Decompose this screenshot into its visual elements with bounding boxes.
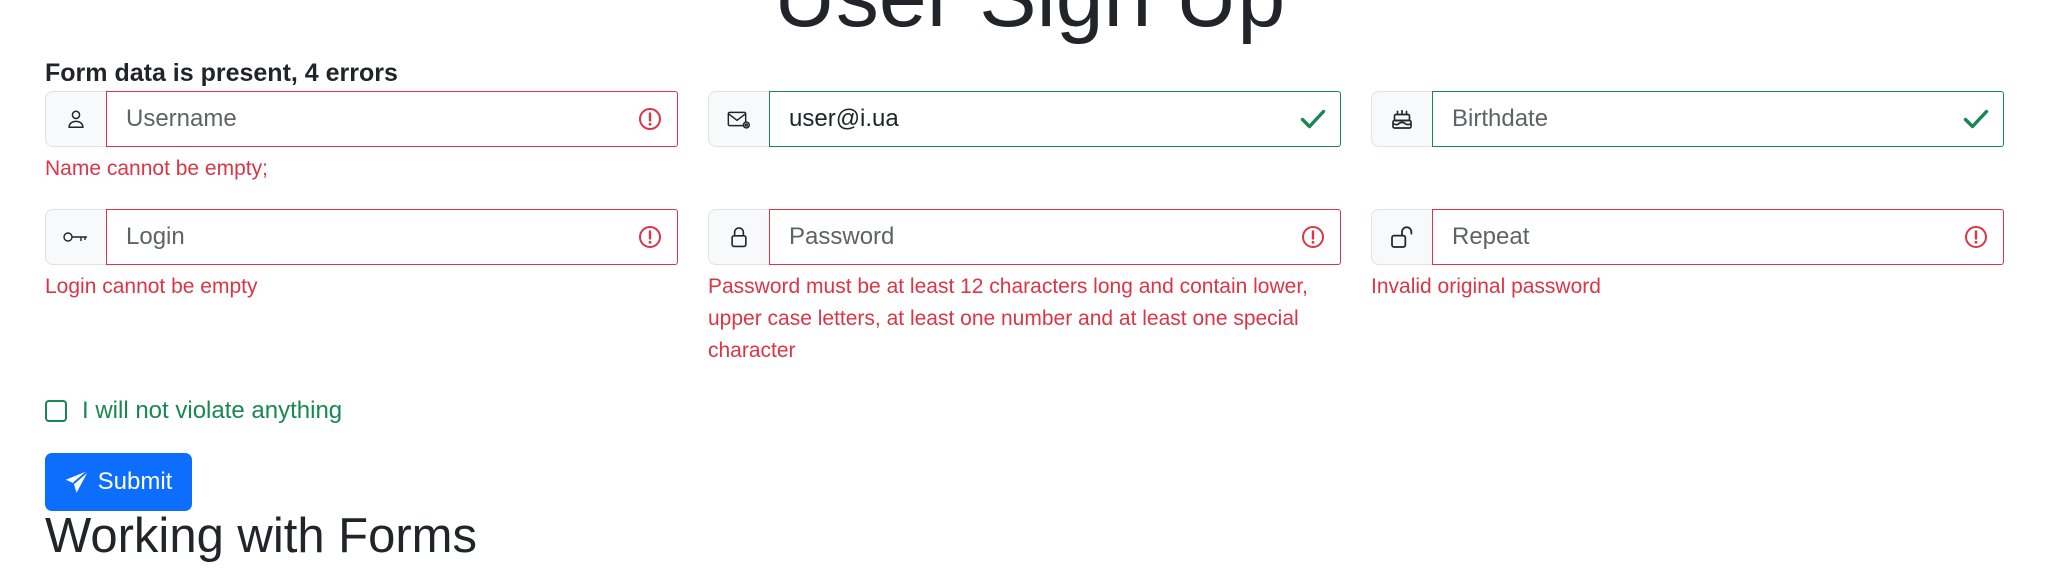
login-field-group: Login Login cannot be empty	[45, 209, 678, 303]
repeat-field-group: Repeat Invalid original password	[1371, 209, 2004, 303]
error-icon	[637, 224, 663, 250]
unlock-icon	[1371, 209, 1432, 265]
username-input-text: Username	[126, 105, 237, 132]
password-field-group: Password Password must be at least 12 ch…	[708, 209, 1341, 367]
key-icon	[45, 209, 106, 265]
login-input[interactable]: Login	[106, 209, 678, 265]
birthdate-field-group: Birthdate	[1371, 91, 2004, 147]
error-icon	[637, 106, 663, 132]
page-title: User Sign Up	[0, 0, 2059, 40]
agreement-row: I will not violate anything	[45, 397, 342, 425]
error-icon	[1300, 224, 1326, 250]
username-input[interactable]: Username	[106, 91, 678, 147]
agreement-label[interactable]: I will not violate anything	[82, 397, 342, 425]
error-icon	[1963, 224, 1989, 250]
email-input[interactable]: user@i.ua	[769, 91, 1341, 147]
email-input-text: user@i.ua	[789, 105, 899, 132]
birthdate-input-text: Birthdate	[1452, 105, 1549, 132]
submit-button[interactable]: Submit	[45, 453, 192, 511]
login-error: Login cannot be empty	[45, 275, 258, 298]
email-field-group: user@i.ua	[708, 91, 1341, 147]
username-field-group: Username Name cannot be empty;	[45, 91, 678, 185]
birthdate-input[interactable]: Birthdate	[1432, 91, 2004, 147]
envelope-at-icon	[708, 91, 769, 147]
lock-icon	[708, 209, 769, 265]
section-title: Working with Forms	[45, 509, 478, 563]
form-summary: Form data is present, 4 errors	[45, 59, 398, 87]
repeat-password-input[interactable]: Repeat	[1432, 209, 2004, 265]
password-input-text: Password	[789, 223, 895, 250]
username-error: Name cannot be empty;	[45, 157, 268, 180]
submit-button-label: Submit	[97, 468, 173, 495]
check-icon	[1963, 106, 1989, 132]
repeat-error: Invalid original password	[1371, 275, 1601, 298]
send-icon	[65, 470, 89, 494]
person-icon	[45, 91, 106, 147]
login-input-text: Login	[126, 223, 185, 250]
password-input[interactable]: Password	[769, 209, 1341, 265]
agreement-checkbox[interactable]	[45, 400, 67, 422]
check-icon	[1300, 106, 1326, 132]
repeat-input-text: Repeat	[1452, 223, 1530, 250]
password-error: Password must be at least 12 characters …	[708, 275, 1308, 362]
cake-icon	[1371, 91, 1432, 147]
